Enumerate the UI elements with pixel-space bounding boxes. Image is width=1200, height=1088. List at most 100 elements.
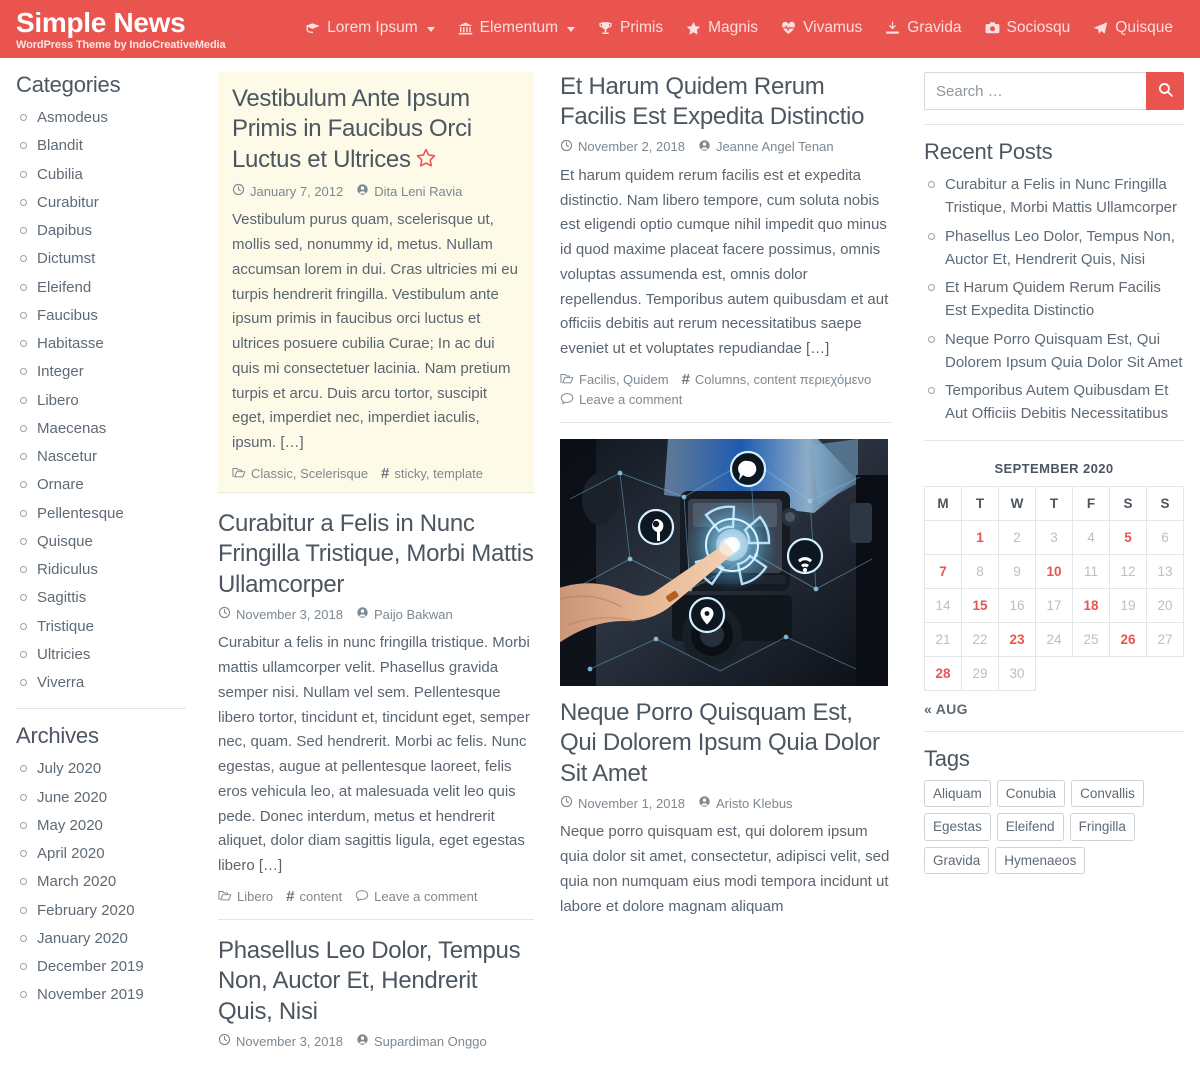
tag-chip[interactable]: Aliquam xyxy=(924,779,991,808)
camera-icon xyxy=(984,20,1001,37)
post-category-links[interactable]: Facilis, Quidem xyxy=(579,372,669,387)
category-link[interactable]: Blandit xyxy=(37,137,83,154)
recent-post-link[interactable]: Temporibus Autem Quibusdam Et Aut Offici… xyxy=(945,382,1168,422)
calendar-day-with-post[interactable]: 23 xyxy=(998,621,1036,657)
recent-post-link[interactable]: Et Harum Quidem Rerum Facilis Est Expedi… xyxy=(945,279,1161,319)
calendar-empty-cell xyxy=(1147,656,1184,690)
nav-item-gravida[interactable]: Gravida xyxy=(873,13,972,43)
tag-chip[interactable]: Egestas xyxy=(924,813,991,841)
nav-item-label: Magnis xyxy=(708,19,759,36)
folder-icon xyxy=(560,372,574,388)
leave-comment-link[interactable]: Leave a comment xyxy=(374,889,477,904)
post-tag-links[interactable]: sticky, template xyxy=(394,466,483,481)
post-author-link[interactable]: Dita Leni Ravia xyxy=(374,184,462,199)
search-submit-button[interactable] xyxy=(1146,72,1184,110)
category-link[interactable]: Faucibus xyxy=(37,307,98,324)
archive-link[interactable]: March 2020 xyxy=(37,873,116,890)
post-author-link[interactable]: Supardiman Onggo xyxy=(374,1034,487,1049)
tag-chip[interactable]: Hymenaeos xyxy=(995,846,1086,875)
calendar-day-with-post[interactable]: 5 xyxy=(1109,519,1147,555)
recent-post-link[interactable]: Neque Porro Quisquam Est, Qui Dolorem Ip… xyxy=(945,331,1183,371)
recent-post-link[interactable]: Curabitur a Felis in Nunc Fringilla Tris… xyxy=(945,176,1177,216)
calendar-day-with-post[interactable]: 7 xyxy=(924,553,962,589)
calendar-day: 11 xyxy=(1072,553,1110,589)
category-link[interactable]: Integer xyxy=(37,363,84,380)
post-tag-links[interactable]: Columns, content περιεχόμενο xyxy=(695,372,871,387)
calendar-day-with-post[interactable]: 28 xyxy=(924,655,962,691)
category-link[interactable]: Pellentesque xyxy=(37,505,124,522)
nav-item-elementum[interactable]: Elementum xyxy=(446,13,586,43)
nav-item-lorem-ipsum[interactable]: Lorem Ipsum xyxy=(293,13,445,43)
nav-item-sociosqu[interactable]: Sociosqu xyxy=(973,13,1082,43)
post-author-link[interactable]: Paijo Bakwan xyxy=(374,607,453,622)
site-branding[interactable]: Simple News WordPress Theme by IndoCreat… xyxy=(16,7,226,51)
search-input[interactable] xyxy=(924,72,1146,110)
list-item: March 2020 xyxy=(16,870,186,893)
tag-chip[interactable]: Fringilla xyxy=(1069,813,1135,841)
post-title-link[interactable]: Curabitur a Felis in Nunc Fringilla Tris… xyxy=(218,510,534,598)
calendar-prev-month-link[interactable]: « AUG xyxy=(924,701,968,717)
categories-title: Categories xyxy=(16,72,121,97)
category-link[interactable]: Ridiculus xyxy=(37,561,98,578)
user-icon xyxy=(698,795,711,811)
post-author-link[interactable]: Aristo Klebus xyxy=(716,796,793,811)
tag-chip[interactable]: Convallis xyxy=(1071,779,1144,808)
site-title[interactable]: Simple News xyxy=(16,9,226,38)
category-link[interactable]: Curabitur xyxy=(37,194,99,211)
post-title-link[interactable]: Neque Porro Quisquam Est, Qui Dolorem Ip… xyxy=(560,699,880,787)
archive-link[interactable]: February 2020 xyxy=(37,902,135,919)
category-link[interactable]: Ornare xyxy=(37,476,84,493)
archive-link[interactable]: May 2020 xyxy=(37,817,103,834)
tag-chip[interactable]: Gravida xyxy=(924,846,990,875)
category-link[interactable]: Asmodeus xyxy=(37,109,108,126)
entry-meta: November 3, 2018 Supardiman Onggo xyxy=(218,1033,534,1049)
calendar-day-with-post[interactable]: 15 xyxy=(961,587,999,623)
post-category-links[interactable]: Libero xyxy=(237,889,273,904)
category-link[interactable]: Eleifend xyxy=(37,279,91,296)
category-link[interactable]: Quisque xyxy=(37,533,93,550)
post-title: Curabitur a Felis in Nunc Fringilla Tris… xyxy=(218,509,534,600)
featured-image[interactable] xyxy=(560,438,888,686)
nav-item-primis[interactable]: Primis xyxy=(586,13,674,43)
hashtag-icon: # xyxy=(286,888,295,906)
category-link[interactable]: Habitasse xyxy=(37,335,104,352)
nav-item-quisque[interactable]: Quisque xyxy=(1081,13,1184,43)
archive-link[interactable]: November 2019 xyxy=(37,986,144,1003)
tag-chip[interactable]: Eleifend xyxy=(996,813,1064,841)
post-category-links[interactable]: Classic, Scelerisque xyxy=(251,466,368,481)
archive-link[interactable]: April 2020 xyxy=(37,845,105,862)
nav-item-vivamus[interactable]: Vivamus xyxy=(769,13,873,43)
heartbeat-icon xyxy=(780,20,797,37)
recent-post-link[interactable]: Phasellus Leo Dolor, Tempus Non, Auctor … xyxy=(945,228,1175,268)
post-title-link[interactable]: Et Harum Quidem Rerum Facilis Est Expedi… xyxy=(560,73,864,130)
post-title-link[interactable]: Phasellus Leo Dolor, Tempus Non, Auctor … xyxy=(218,937,521,1025)
category-link[interactable]: Libero xyxy=(37,392,79,409)
category-link[interactable]: Cubilia xyxy=(37,166,83,183)
category-link[interactable]: Sagittis xyxy=(37,589,86,606)
archive-link[interactable]: June 2020 xyxy=(37,789,107,806)
calendar-weekday-row: MTWTFSS xyxy=(924,485,1184,521)
post-tag-links[interactable]: content xyxy=(299,889,342,904)
category-link[interactable]: Dapibus xyxy=(37,222,92,239)
nav-item-magnis[interactable]: Magnis xyxy=(674,13,769,43)
calendar-day-with-post[interactable]: 10 xyxy=(1035,553,1073,589)
archive-link[interactable]: January 2020 xyxy=(37,930,128,947)
category-link[interactable]: Dictumst xyxy=(37,250,95,267)
post-excerpt: Curabitur a felis in nunc fringilla tris… xyxy=(218,634,530,875)
calendar-day-with-post[interactable]: 26 xyxy=(1109,621,1147,657)
leave-comment-link[interactable]: Leave a comment xyxy=(579,392,682,407)
category-link[interactable]: Nascetur xyxy=(37,448,97,465)
clock-icon xyxy=(218,1033,231,1049)
list-item: November 2019 xyxy=(16,983,186,1006)
category-link[interactable]: Tristique xyxy=(37,618,94,635)
calendar-day-with-post[interactable]: 18 xyxy=(1072,587,1110,623)
category-link[interactable]: Viverra xyxy=(37,674,84,691)
category-link[interactable]: Ultricies xyxy=(37,646,90,663)
archive-link[interactable]: December 2019 xyxy=(37,958,144,975)
category-link[interactable]: Maecenas xyxy=(37,420,106,437)
tag-chip[interactable]: Conubia xyxy=(996,779,1066,808)
calendar-day-with-post[interactable]: 1 xyxy=(961,519,999,555)
post-author-link[interactable]: Jeanne Angel Tenan xyxy=(716,139,834,154)
sticky-post: Vestibulum Ante Ipsum Primis in Faucibus… xyxy=(218,72,534,493)
archive-link[interactable]: July 2020 xyxy=(37,760,101,777)
